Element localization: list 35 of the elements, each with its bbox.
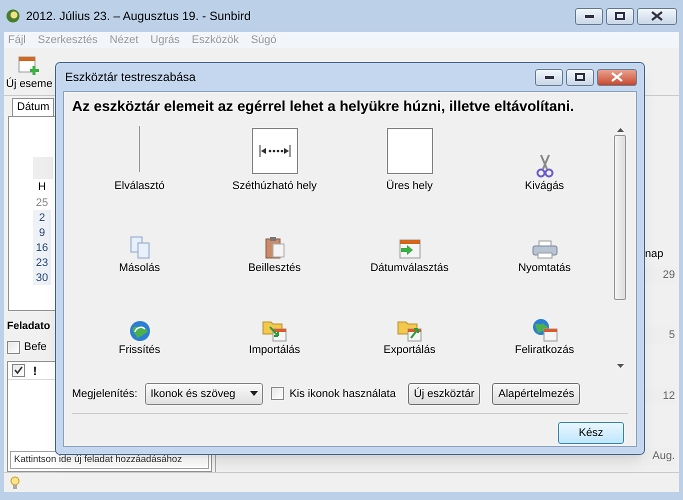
new-task-field[interactable]: Kattintson ide új feladat hozzáadásához	[10, 451, 209, 469]
day-cell[interactable]: 16	[33, 240, 51, 255]
dialog-button[interactable]: Alapértelmezés	[492, 382, 580, 405]
column-header: nap	[645, 247, 664, 262]
toolbar-item-label[interactable]: Dátumválasztás	[370, 260, 449, 277]
date-tab[interactable]: Dátum	[12, 98, 54, 116]
day-cell[interactable]: 25	[33, 195, 51, 210]
toolbar-item-label[interactable]: Másolás	[119, 260, 160, 277]
toolbar-button-label[interactable]: Új eseme	[6, 76, 52, 92]
toolbar-item-label[interactable]: Kivágás	[524, 178, 564, 195]
tasks-title: Feladato	[7, 319, 50, 334]
dialog-heading: Az eszköztár elemeit az egérrel lehet a helyükre húzni, illetve eltávolítani.	[72, 98, 576, 117]
day-cell[interactable]: 9	[33, 225, 51, 240]
toolbar-item-label[interactable]: Frissítés	[118, 342, 160, 359]
window-title: 2012. Július 23. – Augusztus 19. - Sunbird	[26, 8, 251, 25]
weekday-header: H	[37, 180, 47, 194]
display-select[interactable]: Ikonok és szöveg	[145, 382, 264, 405]
toolbar-item-label[interactable]: Széthúzható hely	[232, 178, 317, 195]
priority-column-header: !	[33, 362, 37, 380]
filter-label: Befe	[24, 340, 47, 355]
dialog-button[interactable]: Új eszköztár	[408, 382, 480, 405]
toolbar-item-label[interactable]: Beillesztés	[248, 260, 301, 277]
day-cell[interactable]: 23	[33, 255, 51, 270]
dialog-title: Eszköztár testreszabása	[64, 69, 196, 86]
day-cell[interactable]: 2	[33, 210, 51, 225]
toolbar-item-label[interactable]: Üres hely	[386, 178, 433, 195]
small-icons-label: Kis ikonok használata	[289, 386, 396, 402]
toolbar-item-label[interactable]: Nyomtatás	[518, 260, 571, 277]
display-label: Megjelenítés:	[72, 386, 138, 402]
done-button[interactable]: Kész	[558, 422, 624, 444]
toolbar-item-label[interactable]: Feliratkozás	[514, 342, 574, 359]
toolbar-item-label[interactable]: Importálás	[248, 342, 300, 359]
toolbar-item-label[interactable]: Elválasztó	[114, 178, 165, 195]
day-cell[interactable]: 30	[33, 270, 51, 285]
toolbar-item-label[interactable]: Exportálás	[384, 342, 436, 359]
